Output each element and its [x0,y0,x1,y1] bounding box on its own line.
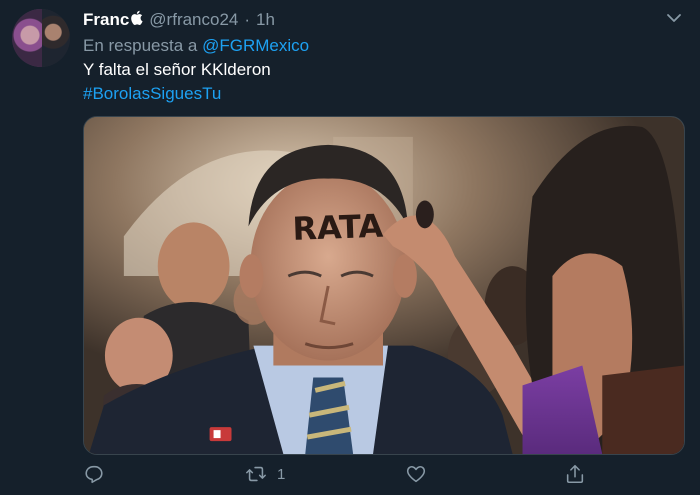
chevron-down-icon[interactable] [666,12,682,24]
retweet-count: 1 [277,465,286,483]
avatar-right-face [42,9,70,67]
avatar[interactable] [12,9,70,67]
timestamp[interactable]: 1h [256,10,275,30]
photo-illustration: RATA [84,117,684,454]
retweet-action[interactable]: 1 [245,463,285,485]
like-action[interactable] [405,463,437,485]
share-icon [566,464,584,484]
like-icon [406,466,426,483]
share-action[interactable] [564,463,596,485]
reply-icon [85,465,103,484]
reply-prefix: En respuesta a [83,36,198,55]
tweet-header: Franc @rfranco24 · 1h [83,10,275,30]
tweet-actions: 1 [83,463,584,491]
hashtag-link[interactable]: #BorolasSiguesTu [83,84,221,104]
avatar-left-face [12,9,42,67]
handle[interactable]: @rfranco24 [149,10,238,30]
forehead-ash-text: RATA [292,207,384,248]
tweet-text: Y falta el señor KKlderon [83,60,271,79]
apple-icon [131,10,143,25]
tweet-photo[interactable]: RATA [83,116,685,455]
reply-context: En respuesta a @FGRMexico [83,36,309,56]
separator-dot: · [244,10,251,29]
reply-action[interactable] [83,463,115,485]
reply-mention-link[interactable]: @FGRMexico [202,36,309,55]
display-name[interactable]: Franc [83,10,129,30]
retweet-icon [246,466,266,482]
